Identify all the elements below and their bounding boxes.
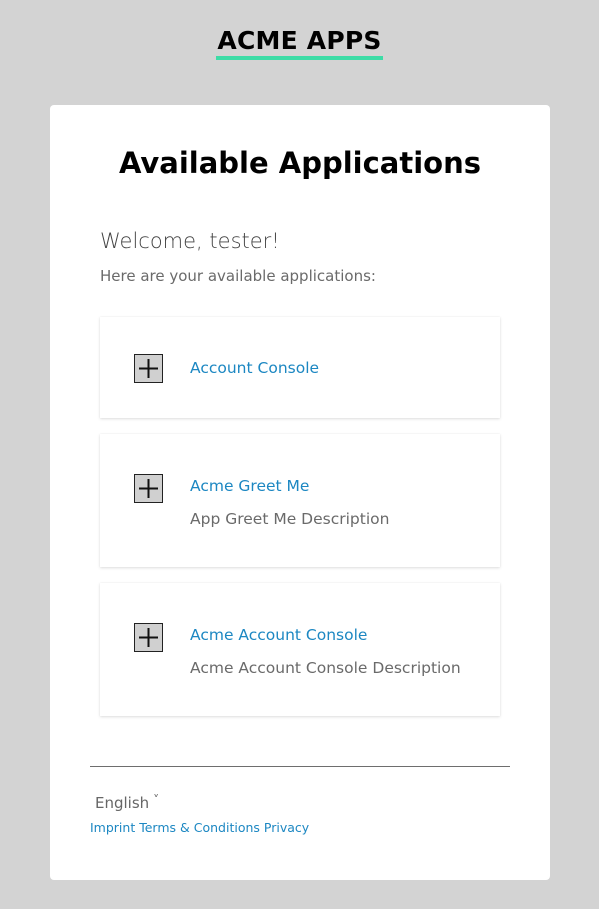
app-name-link[interactable]: Account Console	[190, 357, 319, 379]
app-description: App Greet Me Description	[190, 510, 390, 528]
applications-card: Available Applications Welcome, tester! …	[50, 105, 550, 880]
app-name-link[interactable]: Acme Greet Me	[190, 475, 309, 497]
application-list: Account Console Acme Greet Me App Greet …	[100, 317, 500, 732]
app-name-link[interactable]: Acme Account Console	[190, 624, 367, 646]
language-selector[interactable]: English ˅	[95, 790, 159, 813]
plus-icon	[134, 474, 163, 503]
app-item-account-console[interactable]: Account Console	[100, 317, 500, 418]
footer-links: Imprint Terms & Conditions Privacy	[90, 819, 313, 837]
terms-link[interactable]: Terms & Conditions	[139, 820, 260, 835]
language-label: English	[95, 794, 150, 812]
imprint-link[interactable]: Imprint	[90, 820, 135, 835]
welcome-message: Welcome, tester!	[100, 229, 280, 253]
brand-logo: ACME APPS	[216, 26, 383, 60]
plus-icon	[134, 354, 163, 383]
plus-icon	[134, 623, 163, 652]
page-title: Available Applications	[118, 146, 482, 180]
app-item-acme-greet-me[interactable]: Acme Greet Me App Greet Me Description	[100, 434, 500, 567]
app-item-acme-account-console[interactable]: Acme Account Console Acme Account Consol…	[100, 583, 500, 716]
brand-header: ACME APPS	[0, 26, 599, 60]
app-description: Acme Account Console Description	[190, 659, 461, 677]
chevron-down-icon: ˅	[153, 793, 160, 807]
privacy-link[interactable]: Privacy	[264, 820, 309, 835]
applications-subtitle: Here are your available applications:	[100, 267, 376, 285]
footer-divider	[90, 766, 510, 767]
